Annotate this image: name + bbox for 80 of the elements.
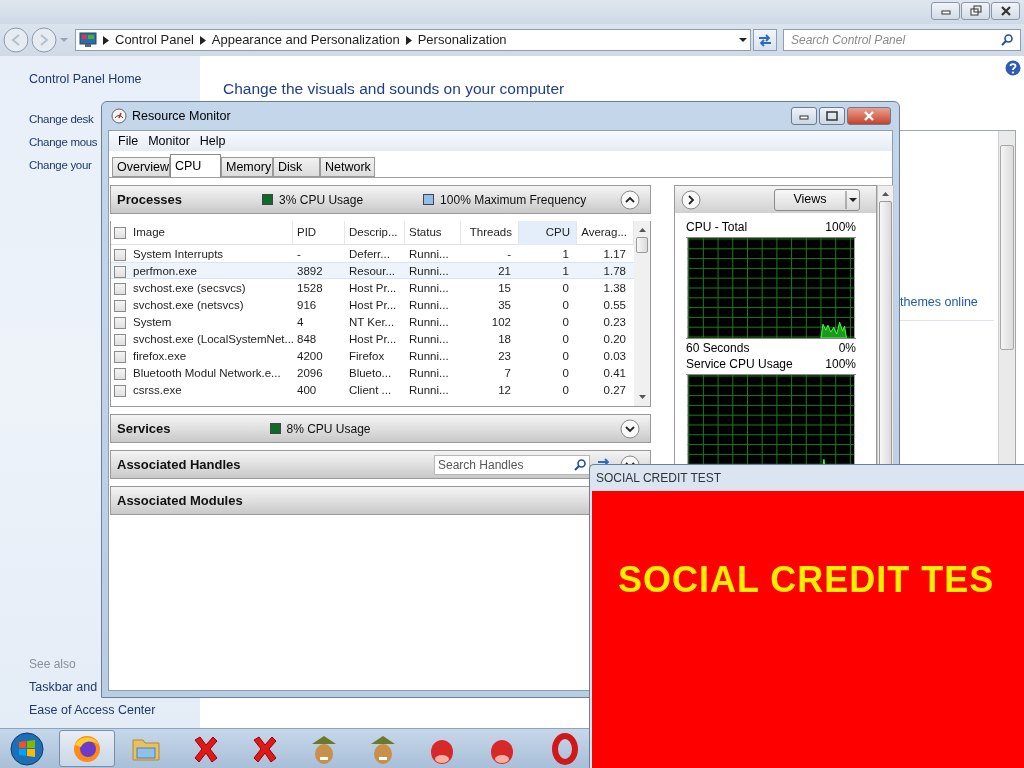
- table-cell-text: svchost.exe (netsvcs): [132, 298, 245, 313]
- table-cell-text: 0.23: [602, 315, 627, 330]
- graph-title: Service CPU Usage: [686, 355, 793, 373]
- table-cell-text: Host Pr...: [348, 298, 398, 313]
- table-cell-text: Runni...: [408, 383, 450, 398]
- table-cell-text: 1: [561, 247, 570, 262]
- axis-label: 100%: [825, 218, 856, 236]
- table-cell-text: Deferr...: [348, 247, 391, 262]
- table-cell-text: 0: [561, 315, 570, 330]
- table-cell-text: 0: [561, 281, 570, 296]
- table-cell-text: System: [132, 315, 173, 330]
- table-cell-text: Runni...: [408, 315, 450, 330]
- table-cell-text: 848: [296, 332, 318, 347]
- table-cell-text: Resour...: [348, 264, 397, 279]
- table-cell-text: 916: [296, 298, 318, 313]
- table-cell-text: Runni...: [408, 349, 450, 364]
- table-cell-text: System Interrupts: [132, 247, 225, 262]
- table-cell-text: Host Pr...: [348, 332, 398, 347]
- table-cell-text: 0: [561, 366, 570, 381]
- table-cell-text: 4: [296, 315, 305, 330]
- table-cell-text: 4200: [296, 349, 324, 364]
- table-cell-text: Blueto...: [348, 366, 393, 381]
- table-cell-text: Runni...: [408, 247, 450, 262]
- table-cell-text: 35: [497, 298, 512, 313]
- table-cell-text: 0.41: [602, 366, 627, 381]
- section-title: Processes: [117, 190, 183, 209]
- table-cell-text: Client ...: [348, 383, 393, 398]
- table-cell-text: Runni...: [408, 332, 450, 347]
- table-cell-text: 23: [497, 349, 512, 364]
- section-title: Associated Modules: [117, 491, 243, 510]
- table-cell-text: Bluetooth Modul Network.e...: [132, 366, 282, 381]
- graph-title: CPU - Total: [686, 218, 748, 236]
- table-cell-text: -: [506, 247, 512, 262]
- table-cell-text: 7: [503, 366, 512, 381]
- table-cell-text: 1: [561, 264, 570, 279]
- usage-label: 3% CPU Usage: [279, 191, 364, 209]
- section-label: See also: [29, 656, 76, 673]
- page-heading: Change the visuals and sounds on your computer: [223, 79, 565, 99]
- window-title: Resource Monitor: [132, 107, 232, 125]
- table-cell-text: Runni...: [408, 298, 450, 313]
- table-cell-text: Firefox: [348, 349, 386, 364]
- section-title: Services: [117, 419, 171, 438]
- table-cell-text: 3892: [296, 264, 324, 279]
- table-cell-text: svchost.exe (secsvcs): [132, 281, 247, 296]
- axis-label: 0%: [838, 339, 856, 357]
- table-cell-text: 0: [561, 383, 570, 398]
- table-cell-text: 0: [561, 298, 570, 313]
- table-cell-text: Runni...: [408, 264, 450, 279]
- section-title: Associated Handles: [117, 455, 241, 474]
- table-cell-text: 1.38: [602, 281, 627, 296]
- usage-label: 100% Maximum Frequency: [440, 191, 587, 209]
- table-cell-text: firefox.exe: [132, 349, 188, 364]
- table-cell-text: 0.20: [602, 332, 627, 347]
- table-cell-text: 2096: [296, 366, 324, 381]
- popup-headline: SOCIAL CREDIT TES: [618, 559, 995, 600]
- table-cell-text: NT Ker...: [348, 315, 396, 330]
- table-cell-text: 0.03: [602, 349, 627, 364]
- table-cell-text: 1528: [296, 281, 324, 296]
- table-cell-text: 102: [490, 315, 512, 330]
- table-cell-text: csrss.exe: [132, 383, 183, 398]
- table-cell-text: Host Pr...: [348, 281, 398, 296]
- table-cell-text: perfmon.exe: [132, 264, 198, 279]
- table-cell-text: 21: [497, 264, 512, 279]
- axis-label: 100%: [825, 355, 856, 373]
- table-cell-text: 1.17: [602, 247, 627, 262]
- table-cell-text: 15: [497, 281, 512, 296]
- table-cell-text: 0.27: [602, 383, 627, 398]
- table-cell-text: 1.78: [602, 264, 627, 279]
- table-cell-text: 0: [561, 332, 570, 347]
- table-cell-text: 400: [296, 383, 318, 398]
- usage-label: 8% CPU Usage: [286, 420, 371, 438]
- table-cell-text: svchost.exe (LocalSystemNet...: [132, 332, 293, 347]
- table-cell-text: Runni...: [408, 366, 450, 381]
- table-cell-text: 0.55: [602, 298, 627, 313]
- table-cell-text: Runni...: [408, 281, 450, 296]
- table-cell-text: 12: [497, 383, 512, 398]
- table-cell-text: 0: [561, 349, 570, 364]
- axis-label: 60 Seconds: [686, 339, 750, 357]
- table-cell-text: 18: [497, 332, 512, 347]
- table-cell-text: -: [296, 247, 302, 262]
